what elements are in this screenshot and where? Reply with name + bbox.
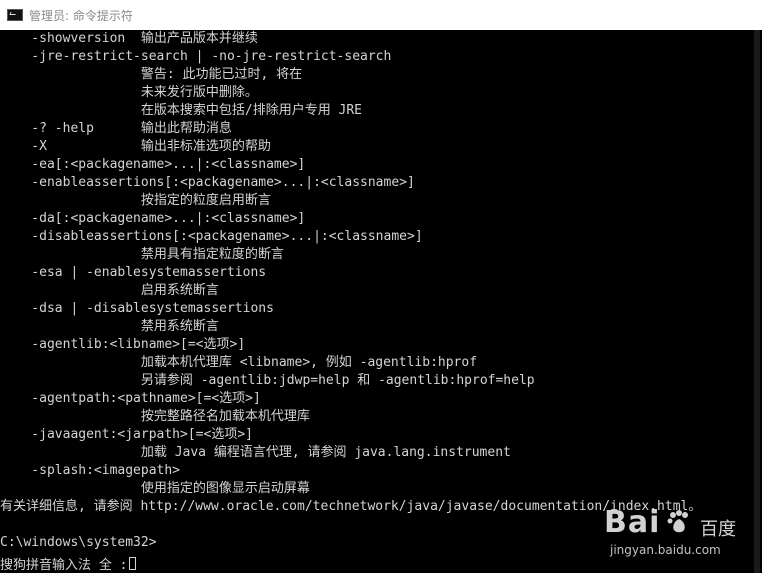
console-line: C:\windows\system32> xyxy=(0,535,157,550)
console-line: 另请参阅 -agentlib:jdwp=help 和 -agentlib:hpr… xyxy=(0,373,535,388)
console-line: 禁用具有指定粒度的断言 xyxy=(0,247,284,262)
console-line: 有关详细信息, 请参阅 http://www.oracle.com/techne… xyxy=(0,499,702,514)
watermark-suffix: 百度 xyxy=(700,519,736,540)
watermark-url: jingyan.baidu.com xyxy=(610,543,721,557)
console-line: -? -help 输出此帮助消息 xyxy=(0,121,232,136)
console-line: 禁用系统断言 xyxy=(0,319,219,334)
window-title: 管理员: 命令提示符 xyxy=(29,8,133,23)
ime-status-text: 搜狗拼音输入法 全 : xyxy=(0,558,128,573)
console-line: 加载本机代理库 <libname>, 例如 -agentlib:hprof xyxy=(0,355,478,370)
console-line: 在版本搜索中包括/排除用户专用 JRE xyxy=(0,103,363,118)
console-line: 按完整路径名加载本机代理库 xyxy=(0,409,310,424)
console-line: 启用系统断言 xyxy=(0,283,219,298)
console-line: -javaagent:<jarpath>[=<选项>] xyxy=(0,427,253,442)
text-cursor xyxy=(129,557,137,570)
watermark-logo: Bai xyxy=(604,505,661,540)
console-line: 使用指定的图像显示启动屏幕 xyxy=(0,481,310,496)
baidu-paw-icon xyxy=(667,510,688,533)
console-line: -agentpath:<pathname>[=<选项>] xyxy=(0,391,261,406)
window-titlebar[interactable]: 管理员: 命令提示符 xyxy=(0,0,762,30)
console-line: -showversion 输出产品版本并继续 xyxy=(0,31,258,46)
console-line: -dsa | -disablesystemassertions xyxy=(0,301,274,316)
console-line: -agentlib:<libname>[=<选项>] xyxy=(0,337,246,352)
console-line: 未来发行版中删除。 xyxy=(0,85,258,100)
console-line: -splash:<imagepath> xyxy=(0,463,181,478)
console-line: 按指定的粒度启用断言 xyxy=(0,193,271,208)
console-line: -esa | -enablesystemassertions xyxy=(0,265,267,280)
console-line: -disableassertions[:<packagename>...|:<c… xyxy=(0,229,423,244)
console-line: 警告: 此功能已过时, 将在 xyxy=(0,67,303,82)
baidu-watermark: Bai 百度 jingyan.baidu.com xyxy=(604,505,754,565)
console-line: -X 输出非标准选项的帮助 xyxy=(0,139,271,154)
console-line: 加载 Java 编程语言代理, 请参阅 java.lang.instrument xyxy=(0,445,511,460)
vertical-scrollbar[interactable] xyxy=(752,30,762,573)
console-line: -ea[:<packagename>...|:<classname>] xyxy=(0,157,306,172)
console-line: -jre-restrict-search | -no-jre-restrict-… xyxy=(0,49,392,64)
console-icon[interactable] xyxy=(7,9,23,21)
console-line: -enableassertions[:<packagename>...|:<cl… xyxy=(0,175,415,190)
scrollbar-track[interactable] xyxy=(754,30,760,573)
console-area[interactable]: -showversion 输出产品版本并继续 -jre-restrict-sea… xyxy=(0,30,762,573)
console-line: -da[:<packagename>...|:<classname>] xyxy=(0,211,306,226)
